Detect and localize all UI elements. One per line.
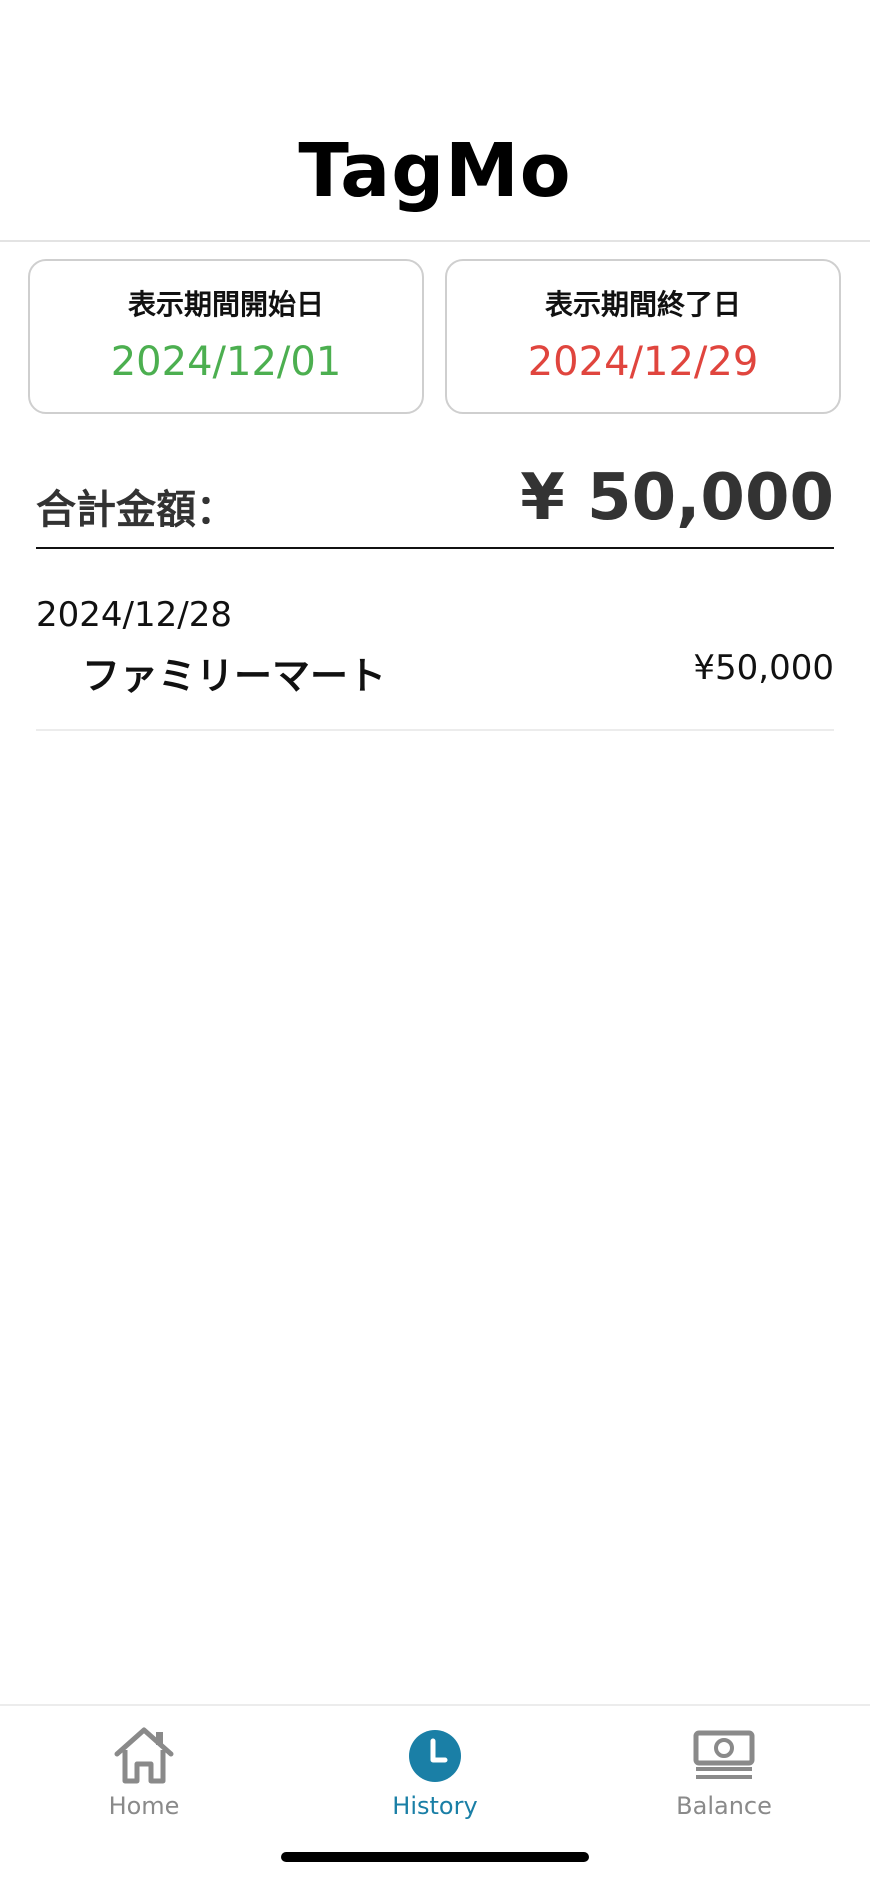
transaction-date: 2024/12/28: [36, 595, 232, 635]
clock-icon: [409, 1730, 461, 1782]
period-start-label: 表示期間開始日: [127, 288, 324, 321]
transaction-merchant: ファミリーマート: [82, 654, 387, 698]
period-end-card[interactable]: 表示期間終了日 2024/12/29: [445, 259, 841, 414]
tab-balance-label: Balance: [676, 1792, 772, 1820]
tab-history[interactable]: History: [355, 1724, 515, 1834]
app-title: TagMo: [298, 128, 572, 214]
tab-history-label: History: [392, 1792, 478, 1820]
total-row: 合計金額： ¥ 50,000: [36, 455, 834, 549]
home-indicator: [281, 1852, 589, 1862]
tab-home-label: Home: [108, 1792, 180, 1820]
banknote-icon: [693, 1730, 755, 1779]
transaction-item[interactable]: 2024/12/28 ファミリーマート ¥50,000: [36, 585, 834, 731]
tab-home[interactable]: Home: [64, 1724, 224, 1834]
transaction-amount: ¥50,000: [693, 648, 834, 688]
period-end-value[interactable]: 2024/12/29: [447, 339, 839, 385]
total-amount: ¥ 50,000: [520, 461, 834, 535]
period-start-card[interactable]: 表示期間開始日 2024/12/01: [28, 259, 424, 414]
house-icon: [114, 1727, 174, 1784]
total-label: 合計金額：: [36, 487, 236, 533]
tab-balance[interactable]: Balance: [644, 1724, 804, 1834]
app-header: TagMo: [0, 0, 870, 242]
period-end-label: 表示期間終了日: [544, 288, 741, 321]
period-start-value[interactable]: 2024/12/01: [30, 339, 422, 385]
